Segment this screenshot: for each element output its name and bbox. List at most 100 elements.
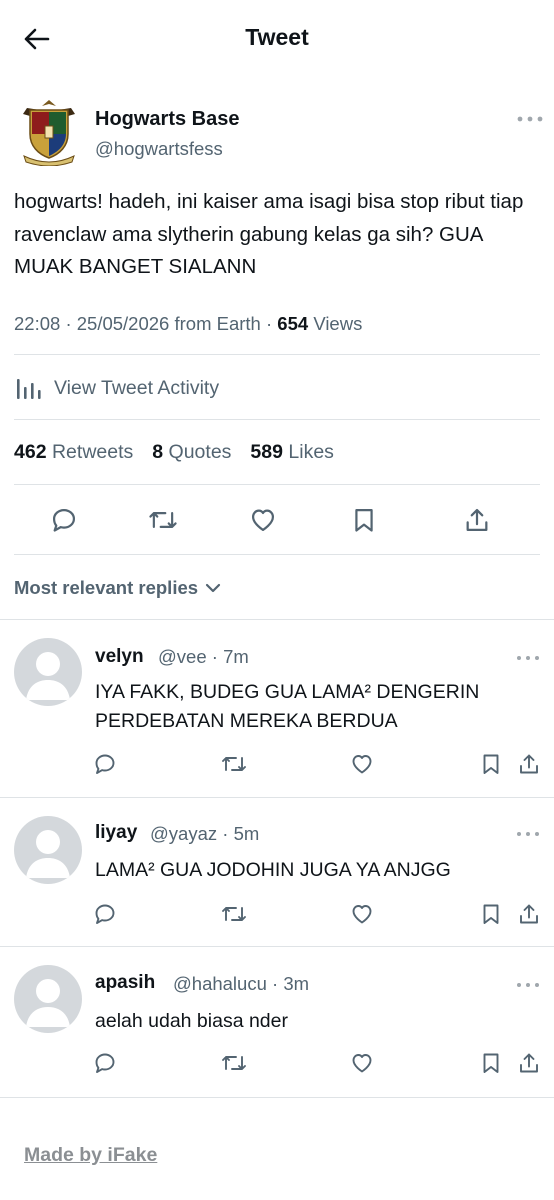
separator: · <box>265 313 278 334</box>
avatar[interactable] <box>14 965 82 1033</box>
reply-button[interactable] <box>91 750 119 778</box>
retweet-icon <box>149 512 177 528</box>
retweet-button[interactable] <box>220 900 248 928</box>
view-activity-button[interactable]: View Tweet Activity <box>14 370 219 406</box>
reply-item[interactable]: velyn @vee · 7m IYA FAKK, BUDEG GUA LAMA… <box>0 620 554 797</box>
page-title: Tweet <box>245 24 309 50</box>
retweets-count: 462 <box>14 441 47 463</box>
retweet-button[interactable] <box>147 504 179 536</box>
heart-icon <box>251 509 275 532</box>
reply-text: aelah udah biasa nder <box>95 1007 535 1036</box>
share-button[interactable] <box>515 1049 543 1077</box>
reply-meta: @vee · 7m <box>158 646 249 667</box>
like-button[interactable] <box>247 504 279 536</box>
reply-item[interactable]: apasih @hahalucu · 3m aelah udah biasa n… <box>0 947 554 1097</box>
avatar[interactable] <box>14 816 82 884</box>
retweet-button[interactable] <box>220 750 248 778</box>
reply-author-name[interactable]: velyn <box>95 646 144 668</box>
reply-text-line: PERDEBATAN MEREKA BERDUA <box>95 710 398 732</box>
share-icon <box>520 1053 538 1073</box>
retweet-icon <box>222 1056 246 1070</box>
tweet-actions <box>0 500 554 540</box>
replies-sort-button[interactable]: Most relevant replies <box>14 577 223 599</box>
reply-time: 3m <box>283 973 310 994</box>
more-options-button[interactable] <box>516 977 540 987</box>
default-avatar-icon <box>26 979 70 1027</box>
quotes-label: Quotes <box>168 441 232 463</box>
tweet-stats: 462 Retweets 8 Quotes 589 Likes <box>14 441 334 464</box>
tweet-time: 22:08 <box>14 313 61 334</box>
more-horizontal-icon <box>517 656 539 660</box>
share-icon <box>466 508 488 532</box>
bookmark-button[interactable] <box>477 1049 505 1077</box>
analytics-icon <box>17 379 41 399</box>
bookmark-icon <box>483 1053 499 1073</box>
reply-handle[interactable]: @hahalucu <box>173 973 267 994</box>
reply-meta: @yayaz · 5m <box>150 823 260 844</box>
avatar[interactable] <box>18 98 80 167</box>
reply-time: 5m <box>233 823 260 844</box>
reply-handle[interactable]: @vee <box>158 646 207 667</box>
reply-author-name[interactable]: apasih <box>95 972 155 994</box>
top-bar: Tweet <box>0 0 554 78</box>
bookmark-icon <box>483 754 499 774</box>
like-button[interactable] <box>348 900 376 928</box>
likes-count: 589 <box>250 441 283 463</box>
bookmark-icon <box>483 904 499 924</box>
reply-author-name[interactable]: liyay <box>95 822 137 844</box>
tweet-text: hogwarts! hadeh, ini kaiser ama isagi bi… <box>14 190 524 278</box>
reply-time: 7m <box>223 646 249 667</box>
default-avatar-icon <box>26 652 70 700</box>
reply-icon <box>95 904 115 924</box>
divider <box>14 554 540 555</box>
tweet-source: from Earth <box>174 313 261 334</box>
reply-handle[interactable]: @yayaz <box>150 823 217 844</box>
divider <box>14 354 540 355</box>
default-avatar-icon <box>26 830 70 878</box>
reply-button[interactable] <box>91 1049 119 1077</box>
tweet-meta: 22:08 · 25/05/2026 from Earth · 654 View… <box>14 313 362 335</box>
watermark-link[interactable]: Made by iFake <box>24 1144 157 1167</box>
share-button[interactable] <box>461 504 493 536</box>
more-horizontal-icon <box>517 116 543 122</box>
reply-icon <box>95 1053 115 1073</box>
reply-item[interactable]: liyay @yayaz · 5m LAMA² GUA JODOHIN JUGA… <box>0 798 554 946</box>
more-horizontal-icon <box>517 983 539 987</box>
share-icon <box>520 904 538 924</box>
author-name[interactable]: Hogwarts Base <box>95 108 240 131</box>
reply-icon <box>95 754 115 774</box>
bookmark-button[interactable] <box>477 900 505 928</box>
more-options-button[interactable] <box>516 650 540 660</box>
divider <box>0 1097 554 1098</box>
views-label: Views <box>313 313 363 334</box>
reply-button[interactable] <box>91 900 119 928</box>
hogwarts-crest-icon <box>23 100 75 167</box>
share-button[interactable] <box>515 900 543 928</box>
views-count: 654 <box>277 313 309 334</box>
retweet-icon <box>222 757 246 771</box>
like-button[interactable] <box>348 1049 376 1077</box>
tweet-date: 25/05/2026 <box>76 313 170 334</box>
reply-button[interactable] <box>48 504 80 536</box>
heart-icon <box>352 1054 372 1073</box>
likes-stat[interactable]: 589 Likes <box>250 441 334 464</box>
divider <box>14 484 540 485</box>
retweets-stat[interactable]: 462 Retweets <box>14 441 133 464</box>
bookmark-icon <box>355 508 373 532</box>
reply-text: IYA FAKK, BUDEG GUA LAMA² DENGERIN PERDE… <box>95 678 535 736</box>
like-button[interactable] <box>348 750 376 778</box>
avatar[interactable] <box>14 638 82 706</box>
heart-icon <box>352 755 372 774</box>
more-options-button[interactable] <box>516 826 540 836</box>
reply-text-line: aelah udah biasa nder <box>95 1010 288 1032</box>
share-button[interactable] <box>515 750 543 778</box>
quotes-stat[interactable]: 8 Quotes <box>152 441 231 464</box>
heart-icon <box>352 905 372 924</box>
bookmark-button[interactable] <box>477 750 505 778</box>
more-options-button[interactable] <box>516 112 544 124</box>
retweet-button[interactable] <box>220 1049 248 1077</box>
view-activity-label: View Tweet Activity <box>54 376 220 399</box>
bookmark-button[interactable] <box>348 504 380 536</box>
author-handle[interactable]: @hogwartsfess <box>95 138 223 160</box>
retweet-icon <box>222 907 246 921</box>
